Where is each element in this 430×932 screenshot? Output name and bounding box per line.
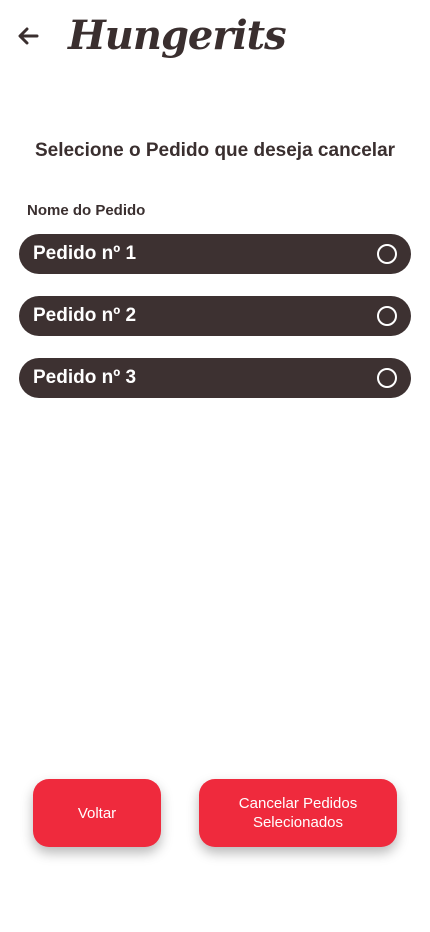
radio-button[interactable] xyxy=(377,244,397,264)
cancel-button-label-line2: Selecionados xyxy=(252,814,344,831)
order-item-label: Pedido nº 1 xyxy=(33,243,137,264)
order-item-3[interactable]: Pedido nº 3 xyxy=(19,358,411,398)
cancel-button-label-line1: Cancelar Pedidos xyxy=(238,795,358,812)
arrow-left-icon xyxy=(18,27,39,45)
page-title: Selecione o Pedido que deseja cancelar xyxy=(34,140,396,161)
back-button[interactable]: Voltar xyxy=(33,779,161,847)
order-item-1[interactable]: Pedido nº 1 xyxy=(19,234,411,274)
back-arrow-button[interactable] xyxy=(14,22,42,50)
back-button-label: Voltar xyxy=(77,804,117,822)
radio-button[interactable] xyxy=(377,306,397,326)
order-name-label: Nome do Pedido xyxy=(27,202,146,219)
cancel-selected-orders-button[interactable]: Cancelar Pedidos Selecionados xyxy=(199,779,397,847)
app-header: Hungerits xyxy=(0,0,430,80)
order-item-label: Pedido nº 2 xyxy=(33,305,137,326)
order-item-2[interactable]: Pedido nº 2 xyxy=(19,296,411,336)
brand-logo: Hungerits xyxy=(68,12,287,59)
radio-button[interactable] xyxy=(377,368,397,388)
order-item-label: Pedido nº 3 xyxy=(33,367,137,388)
cancel-button-label: Cancelar Pedidos Selecionados xyxy=(239,794,357,832)
